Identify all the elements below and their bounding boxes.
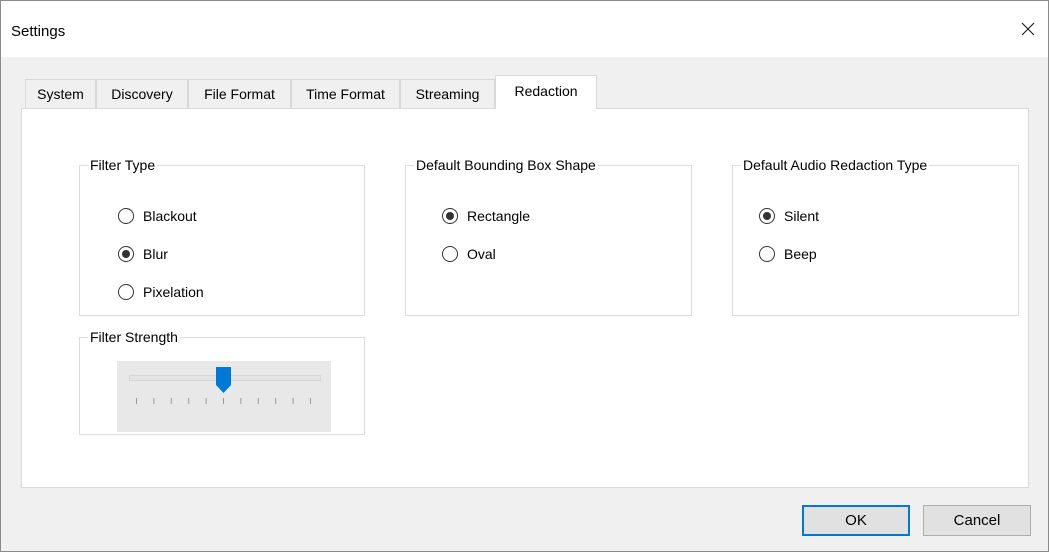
tab-discovery[interactable]: Discovery [96, 79, 188, 108]
radio-circle [442, 246, 458, 262]
tab-file-format[interactable]: File Format [188, 79, 291, 108]
slider-ticks [136, 398, 311, 404]
audio-redaction-legend: Default Audio Redaction Type [743, 157, 928, 173]
radio-circle [118, 284, 134, 300]
radio-beep[interactable]: Beep [759, 246, 817, 262]
radio-circle-selected [759, 208, 775, 224]
cancel-button[interactable]: Cancel [923, 505, 1031, 536]
close-icon[interactable] [1014, 15, 1042, 43]
filter-type-group: Filter Type Blackout Blur Pixelation [79, 157, 365, 316]
radio-blur[interactable]: Blur [118, 246, 168, 262]
redaction-panel: Filter Type Blackout Blur Pixelation Def… [21, 108, 1029, 488]
window-title: Settings [11, 23, 66, 40]
radio-circle-selected [442, 208, 458, 224]
filter-strength-slider[interactable] [117, 361, 331, 432]
tab-system[interactable]: System [25, 79, 96, 108]
radio-circle-selected [118, 246, 134, 262]
radio-blackout[interactable]: Blackout [118, 208, 197, 224]
settings-dialog: Settings System Discovery File Format Ti… [0, 0, 1049, 552]
title-bar: Settings [1, 1, 1048, 57]
audio-redaction-group: Default Audio Redaction Type Silent Beep [732, 157, 1019, 316]
filter-strength-legend: Filter Strength [90, 329, 178, 345]
radio-circle [759, 246, 775, 262]
ok-button[interactable]: OK [802, 505, 910, 536]
tab-time-format[interactable]: Time Format [291, 79, 400, 108]
bounding-box-group: Default Bounding Box Shape Rectangle Ova… [405, 157, 692, 316]
slider-thumb[interactable] [216, 367, 231, 393]
radio-pixelation[interactable]: Pixelation [118, 284, 204, 300]
filter-type-legend: Filter Type [90, 157, 156, 173]
radio-silent[interactable]: Silent [759, 208, 819, 224]
tab-redaction[interactable]: Redaction [495, 75, 597, 109]
filter-strength-group: Filter Strength [79, 329, 365, 435]
radio-circle [118, 208, 134, 224]
tab-streaming[interactable]: Streaming [400, 79, 495, 108]
radio-rectangle[interactable]: Rectangle [442, 208, 530, 224]
bounding-box-legend: Default Bounding Box Shape [416, 157, 596, 173]
radio-oval[interactable]: Oval [442, 246, 496, 262]
